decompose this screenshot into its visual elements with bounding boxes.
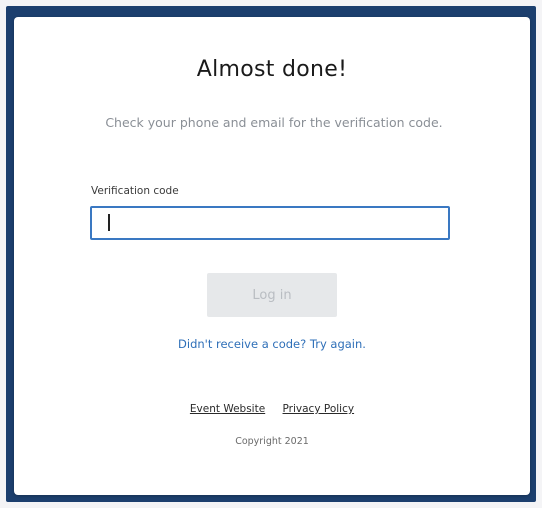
page-title: Almost done! [196,57,348,82]
footer-links: Event Website Privacy Policy [14,403,530,415]
login-button[interactable]: Log in [207,273,337,317]
privacy-policy-link[interactable]: Privacy Policy [283,403,355,415]
resend-code-link[interactable]: Didn't receive a code? Try again. [14,337,530,351]
verification-code-label: Verification code [91,185,179,197]
text-cursor [108,214,110,231]
verification-code-input[interactable] [90,206,450,240]
event-website-link[interactable]: Event Website [190,403,265,415]
copyright-text: Copyright 2021 [235,436,309,447]
instruction-text: Check your phone and email for the verif… [105,115,443,130]
verification-card: Almost done! Check your phone and email … [14,17,530,495]
